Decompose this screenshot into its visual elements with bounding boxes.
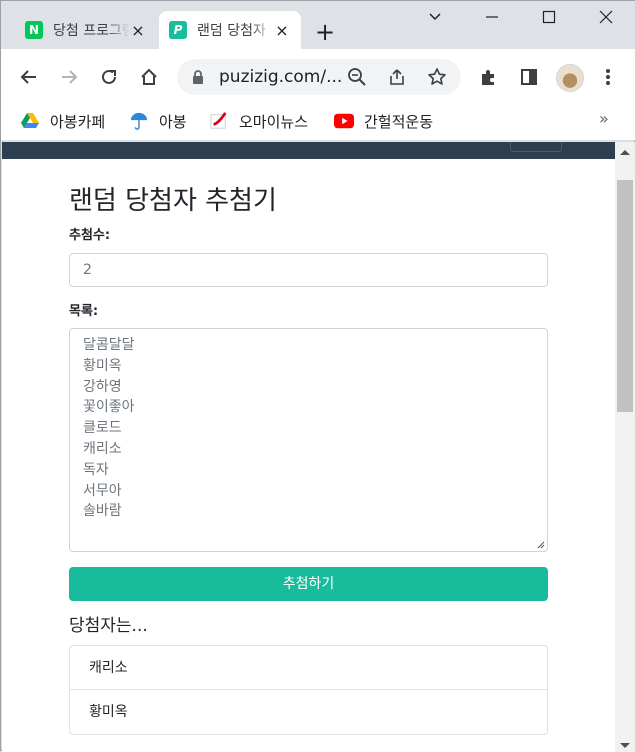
bookmarks-bar: 아봉카페 아봉 오마이뉴스 간헐적운동 » — [1, 105, 635, 141]
menu-kebab-icon[interactable] — [596, 65, 620, 89]
tab-inactive[interactable]: N 당첨 프로그램 × — [15, 11, 157, 49]
list-label: 목록: — [69, 304, 99, 319]
bookmark-label: 아봉카페 — [50, 112, 106, 131]
tab-title: 당첨 프로그램 — [53, 23, 129, 39]
page-viewport: 랜덤 당첨자 추첨기 추첨수: 2 목록: 달콤달달 황미옥 강하영 꽃이좋아 … — [2, 142, 615, 752]
winner-item: 황미옥 — [89, 704, 128, 720]
list-entry: 클로드 — [83, 420, 122, 437]
scroll-up-arrow-icon[interactable] — [620, 150, 630, 155]
resize-handle-icon[interactable] — [535, 539, 545, 549]
bookmark-label: 오마이뉴스 — [239, 112, 309, 131]
count-input[interactable]: 2 — [69, 253, 548, 287]
bookmarks-overflow-button[interactable]: » — [599, 109, 609, 128]
site-navbar — [2, 142, 615, 159]
winners-list: 캐리소 황미옥 — [69, 645, 548, 735]
navbar-toggle-button[interactable] — [510, 142, 562, 152]
url-text[interactable]: puzizig.com/... — [219, 67, 342, 87]
list-textarea[interactable]: 달콤달달 황미옥 강하영 꽃이좋아 클로드 캐리소 독자 서무아 솔바람 — [69, 328, 548, 552]
home-icon[interactable] — [137, 65, 161, 89]
browser-toolbar: puzizig.com/... — [1, 49, 635, 105]
page-content: 랜덤 당첨자 추첨기 추첨수: 2 목록: 달콤달달 황미옥 강하영 꽃이좋아 … — [69, 159, 548, 735]
bookmark-item[interactable]: 아봉 — [129, 109, 187, 133]
bookmark-label: 간헐적운동 — [364, 112, 434, 131]
browser-window: N 당첨 프로그램 × P 랜덤 당첨자 추첨기 × + — [0, 0, 635, 752]
side-panel-icon[interactable] — [517, 65, 541, 89]
scrollbar-thumb[interactable] — [617, 180, 633, 412]
new-tab-button[interactable]: + — [315, 19, 335, 45]
scroll-down-arrow-icon[interactable] — [620, 743, 630, 748]
page-title: 랜덤 당첨자 추첨기 — [69, 186, 277, 216]
list-entry: 황미옥 — [83, 357, 122, 374]
list-entry: 서무아 — [83, 482, 122, 499]
reload-icon[interactable] — [97, 65, 121, 89]
list-entry: 캐리소 — [83, 440, 122, 457]
youtube-icon — [334, 113, 354, 129]
zoom-icon[interactable] — [345, 65, 369, 89]
tab-active[interactable]: P 랜덤 당첨자 추첨기 × — [159, 11, 301, 49]
close-tab-icon[interactable]: × — [129, 21, 147, 40]
bookmark-star-icon[interactable] — [425, 65, 449, 89]
bookmark-item[interactable]: 간헐적운동 — [334, 109, 433, 133]
list-entry: 강하영 — [83, 378, 122, 395]
tab-strip: N 당첨 프로그램 × P 랜덤 당첨자 추첨기 × + — [1, 1, 635, 49]
bookmark-label: 아봉 — [159, 112, 187, 131]
vertical-scrollbar[interactable] — [615, 142, 635, 752]
close-tab-icon[interactable]: × — [273, 21, 291, 40]
list-entry: 꽃이좋아 — [83, 399, 135, 416]
result-title: 당첨자는... — [69, 616, 148, 636]
puzizig-favicon-icon: P — [169, 21, 187, 39]
profile-avatar[interactable] — [556, 64, 584, 92]
naver-favicon-icon: N — [25, 21, 43, 39]
close-window-icon[interactable] — [586, 9, 626, 28]
google-drive-icon — [21, 113, 39, 128]
bookmark-item[interactable]: 아봉카페 — [20, 109, 105, 133]
list-entry: 독자 — [83, 461, 109, 478]
minimize-icon[interactable] — [472, 9, 512, 28]
draw-button[interactable]: 추첨하기 — [69, 567, 548, 601]
maximize-icon[interactable] — [529, 9, 569, 28]
address-bar[interactable]: puzizig.com/... — [177, 59, 461, 95]
forward-icon[interactable] — [57, 65, 81, 89]
count-label: 추첨수: — [69, 228, 111, 243]
tab-search-chevron-icon[interactable] — [415, 9, 455, 28]
ohmynews-icon — [210, 112, 227, 129]
winner-item: 캐리소 — [70, 646, 547, 690]
share-icon[interactable] — [385, 65, 409, 89]
back-icon[interactable] — [17, 65, 41, 89]
tab-title: 랜덤 당첨자 추첨기 — [197, 23, 273, 39]
bookmark-item[interactable]: 오마이뉴스 — [209, 109, 308, 133]
umbrella-icon — [130, 112, 148, 130]
list-entry: 솔바람 — [83, 503, 122, 520]
extensions-icon[interactable] — [477, 65, 501, 89]
list-entry: 달콤달달 — [83, 337, 135, 353]
lock-icon[interactable] — [191, 69, 205, 89]
